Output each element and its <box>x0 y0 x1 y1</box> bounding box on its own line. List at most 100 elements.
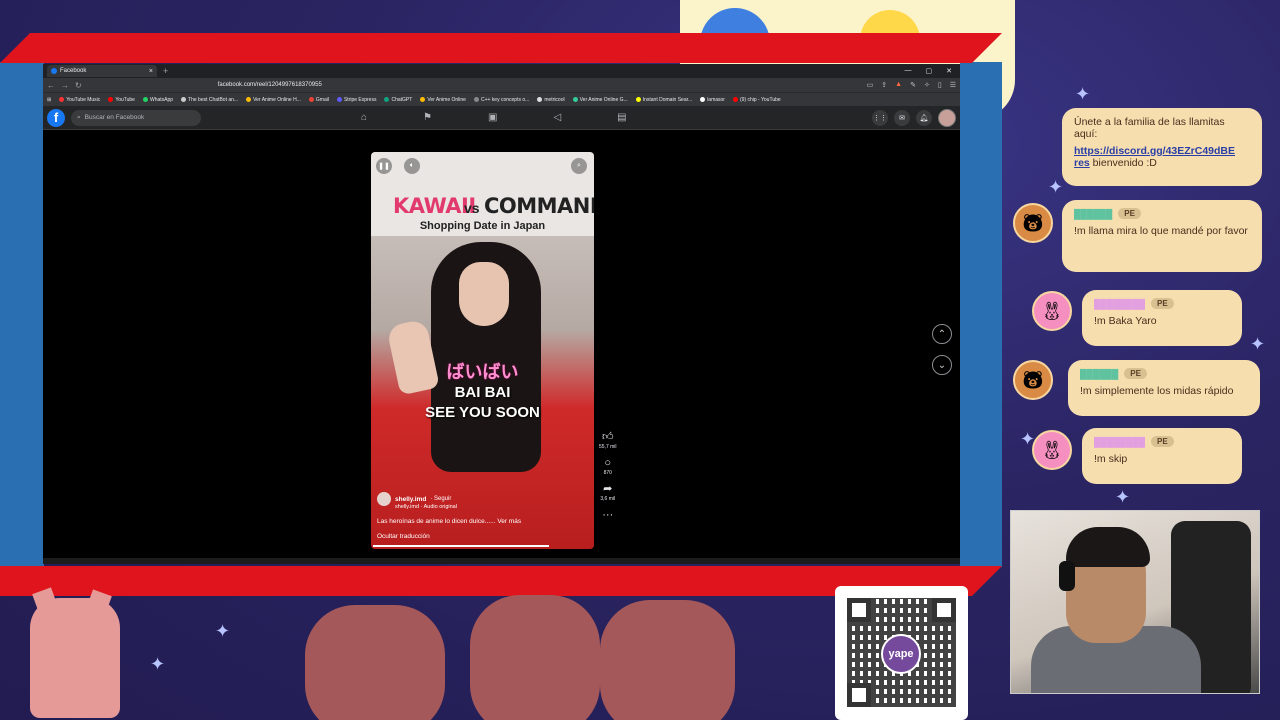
bookmark-item[interactable]: WhatsApp <box>142 97 173 103</box>
bookmark-item[interactable]: lamasor <box>700 97 725 103</box>
like-button[interactable]: 👍︎ 55,7 mil <box>599 432 617 451</box>
bookmark-item[interactable]: YouTube Music <box>59 97 100 103</box>
gaming-icon[interactable]: ▤ <box>617 112 626 123</box>
chat-avatar: 🐻︎ <box>1013 203 1053 243</box>
qr-corner <box>932 598 956 622</box>
bookmark-item[interactable]: The best ChatBot an... <box>181 97 238 103</box>
share-icon: ➦ <box>603 483 613 495</box>
megaphone-icon[interactable]: ◁ <box>553 112 561 123</box>
chat-message-text: !m simplemente los midas rápido <box>1080 385 1234 397</box>
reel-info: shelly.imd · Seguir shelly.imd · Audio o… <box>377 492 521 540</box>
menu-icon[interactable]: ☰ <box>950 81 956 89</box>
discord-link[interactable]: https://discord.gg/43EZrC49dBE <box>1074 145 1235 157</box>
star-icon: ✦ <box>1048 177 1064 197</box>
silhouette-blob <box>470 595 600 720</box>
reel-subtitle: Shopping Date in Japan <box>419 220 546 232</box>
bookmark-item[interactable]: (9) chip - YouTube <box>732 97 781 103</box>
messenger-icon[interactable]: ✉ <box>894 109 910 126</box>
chat-avatar: 🐻︎ <box>1013 360 1053 400</box>
reel-progress-bar[interactable] <box>373 545 549 547</box>
character-silhouettes <box>300 595 740 720</box>
reel-caption-japanese: ばいばい <box>446 362 519 382</box>
qr-pattern: yape <box>847 598 956 707</box>
follow-link[interactable]: · Seguir <box>430 496 451 502</box>
back-icon[interactable]: ← <box>47 81 55 90</box>
bookmark-item[interactable]: Instant Domain Sear... <box>635 97 692 103</box>
facebook-nav: ⌂ ⚑ ▣ ◁ ▤ <box>361 112 627 123</box>
country-badge: PE <box>1118 208 1141 219</box>
comment-button[interactable]: ○ 870 <box>604 458 612 477</box>
marketplace-icon[interactable]: ▣ <box>488 112 497 123</box>
facebook-logo-icon[interactable]: f <box>47 108 65 127</box>
chat-message-intro: Únete a la familia de las llamitas aquí:… <box>1062 108 1262 186</box>
chat-intro-text: Únete a la familia de las llamitas aquí: <box>1074 116 1225 140</box>
webcam-feed <box>1010 510 1260 694</box>
pause-icon[interactable]: ❚❚ <box>376 158 392 174</box>
sidebar-icon[interactable]: ▯ <box>938 81 942 89</box>
search-placeholder: Buscar en Facebook <box>84 114 145 121</box>
qr-corner <box>847 598 871 622</box>
audio-info[interactable]: shelly.imd · Audio original <box>395 504 521 510</box>
browser-window: Facebook × + — ▢ ✕ ← → ↻ facebook.com/re… <box>43 64 960 564</box>
webcam-person-hair <box>1066 527 1150 567</box>
bookmark-item[interactable]: C++ key concepts o... <box>473 97 529 103</box>
reel-description[interactable]: Las heroínas de anime lo dicen dulce....… <box>377 518 521 525</box>
reload-icon[interactable]: ↻ <box>75 81 82 90</box>
flag-icon[interactable]: ⚑ <box>423 112 432 123</box>
author-name[interactable]: shelly.imd <box>395 496 426 503</box>
bookmark-item[interactable]: Gmail <box>308 97 329 103</box>
previous-reel-icon[interactable]: ⌃ <box>932 324 952 344</box>
bookmark-item[interactable]: Ver Anime Online H... <box>246 97 301 103</box>
extension-icons: ▭ ⇪ ▲ ✎ ✧ ▯ ☰ <box>867 81 956 89</box>
country-badge: PE <box>1124 368 1147 379</box>
url-field[interactable]: facebook.com/reel/1204997618370955 <box>218 82 322 88</box>
home-icon[interactable]: ⌂ <box>361 112 367 123</box>
apps-icon[interactable]: ⊞ <box>47 97 51 103</box>
bookmark-item[interactable]: ChatGPT <box>384 97 412 103</box>
facebook-search[interactable]: ⌕ Buscar en Facebook <box>71 109 201 126</box>
pen-icon[interactable]: ✎ <box>910 81 916 89</box>
next-reel-icon[interactable]: ⌄ <box>932 355 952 375</box>
close-window-icon[interactable]: ✕ <box>946 67 952 75</box>
brave-shield-icon[interactable]: ▲ <box>895 81 902 89</box>
discord-link-cont[interactable]: res <box>1074 157 1090 169</box>
bookmark-item[interactable]: YouTube <box>108 97 135 103</box>
notifications-icon[interactable]: 🔔︎ <box>916 109 932 126</box>
forward-icon[interactable]: → <box>61 81 69 90</box>
facebook-favicon-icon <box>51 68 57 74</box>
bookmark-item[interactable]: Ver Anime Online G... <box>572 97 628 103</box>
new-tab-icon[interactable]: + <box>163 66 168 76</box>
chat-message-text: !m llama mira lo que mandé por favor <box>1074 225 1248 237</box>
star-icon: ✦ <box>150 654 166 674</box>
bookmark-item[interactable]: Ver Anime Online <box>420 97 466 103</box>
star-icon: ✦ <box>1115 487 1131 507</box>
share-count: 3,6 mil <box>600 496 616 502</box>
tab-facebook[interactable]: Facebook × <box>47 65 157 77</box>
bookmark-item[interactable]: metricool <box>537 97 565 103</box>
country-badge: PE <box>1151 436 1174 447</box>
chat-username-row: ██████ PE <box>1074 208 1250 219</box>
maximize-icon[interactable]: ▢ <box>926 67 933 75</box>
hide-translation-link[interactable]: Ocultar traducción <box>377 533 521 540</box>
windows-taskbar <box>43 558 960 564</box>
close-tab-icon[interactable]: × <box>149 68 153 75</box>
volume-icon[interactable]: 🔈︎ <box>404 158 420 174</box>
search-icon[interactable]: ⌕ <box>571 158 587 174</box>
minimize-icon[interactable]: — <box>905 67 912 75</box>
reel-title-right: COMMAND <box>484 194 594 218</box>
country-badge: PE <box>1151 298 1174 309</box>
author-avatar[interactable] <box>377 492 391 506</box>
reel-person-face <box>459 262 509 326</box>
more-button[interactable]: ··· <box>602 510 613 521</box>
share-icon[interactable]: ⇪ <box>881 81 887 89</box>
chat-message: ████████ PE !m skip <box>1082 428 1242 484</box>
menu-grid-icon[interactable]: ⋮⋮ <box>872 109 888 126</box>
chat-message: ██████ PE !m llama mira lo que mandé por … <box>1062 200 1262 272</box>
profile-avatar[interactable] <box>938 108 956 127</box>
extension-icon[interactable]: ▭ <box>867 81 874 89</box>
puzzle-icon[interactable]: ✧ <box>924 81 930 89</box>
share-button[interactable]: ➦ 3,6 mil <box>600 483 616 503</box>
reel-caption-line1: BAI BAI <box>454 384 511 401</box>
bookmark-item[interactable]: Stripe Express <box>336 97 376 103</box>
reel-video[interactable]: KAWAII vs COMMAND Shopping Date in Japan… <box>371 152 594 549</box>
